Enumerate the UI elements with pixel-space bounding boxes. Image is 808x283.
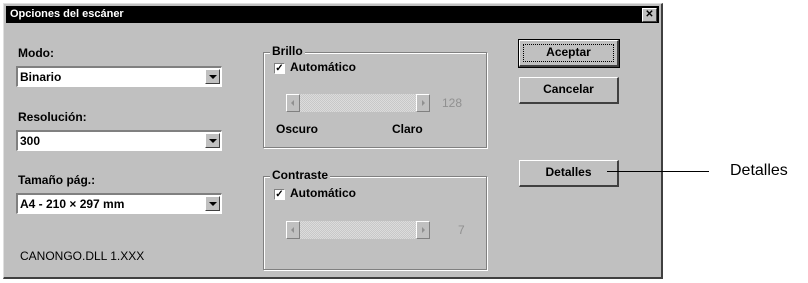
page-size-select[interactable]: A4 - 210 × 297 mm: [16, 193, 222, 214]
resolution-label: Resolución:: [18, 110, 87, 124]
close-button[interactable]: ✕: [642, 8, 657, 22]
contrast-group-title: Contraste: [270, 168, 331, 182]
mode-select[interactable]: Binario: [16, 66, 222, 87]
brightness-auto-label: Automático: [290, 60, 356, 74]
details-button[interactable]: Detalles: [519, 160, 619, 187]
mode-label: Modo:: [18, 46, 54, 60]
cancel-button[interactable]: Cancelar: [519, 77, 619, 104]
slider-right-arrow-icon[interactable]: [416, 94, 430, 112]
details-button-label: Detalles: [545, 165, 592, 179]
brightness-group: Brillo ✓ Automático 128 Oscuro Claro: [263, 44, 487, 148]
page-size-value: A4 - 210 × 297 mm: [20, 197, 125, 211]
brightness-max-label: Claro: [392, 122, 423, 136]
cancel-button-label: Cancelar: [543, 82, 594, 96]
accept-button[interactable]: Aceptar: [518, 39, 620, 68]
resolution-select[interactable]: 300: [16, 130, 222, 151]
title-bar[interactable]: Opciones del escáner ✕: [6, 6, 659, 23]
chevron-down-icon[interactable]: [205, 69, 220, 84]
page-size-label: Tamaño pág.:: [18, 173, 96, 187]
contrast-group: Contraste ✓ Automático 7: [263, 168, 487, 270]
contrast-value: 7: [458, 223, 465, 237]
scanner-options-dialog: Opciones del escáner ✕ Modo: Binario Res…: [3, 3, 663, 279]
resolution-value: 300: [20, 134, 41, 148]
brightness-auto-checkbox[interactable]: ✓: [274, 63, 285, 74]
version-text: CANONGO.DLL 1.XXX: [20, 249, 145, 263]
contrast-auto-checkbox[interactable]: ✓: [274, 189, 285, 200]
mode-value: Binario: [20, 70, 62, 84]
chevron-down-icon[interactable]: [205, 133, 220, 148]
close-icon: ✕: [645, 9, 654, 20]
callout-line: [607, 171, 709, 172]
callout-label: Detalles: [730, 162, 788, 179]
contrast-slider[interactable]: [286, 221, 430, 239]
slider-left-arrow-icon[interactable]: [286, 221, 300, 239]
brightness-group-title: Brillo: [270, 44, 305, 58]
brightness-slider[interactable]: [286, 94, 430, 112]
window-title: Opciones del escáner: [10, 8, 124, 20]
chevron-down-icon[interactable]: [205, 196, 220, 211]
brightness-value: 128: [442, 96, 463, 110]
slider-right-arrow-icon[interactable]: [416, 221, 430, 239]
focus-rectangle: [523, 44, 614, 62]
slider-left-arrow-icon[interactable]: [286, 94, 300, 112]
brightness-min-label: Oscuro: [276, 122, 319, 136]
contrast-auto-label: Automático: [290, 186, 356, 200]
